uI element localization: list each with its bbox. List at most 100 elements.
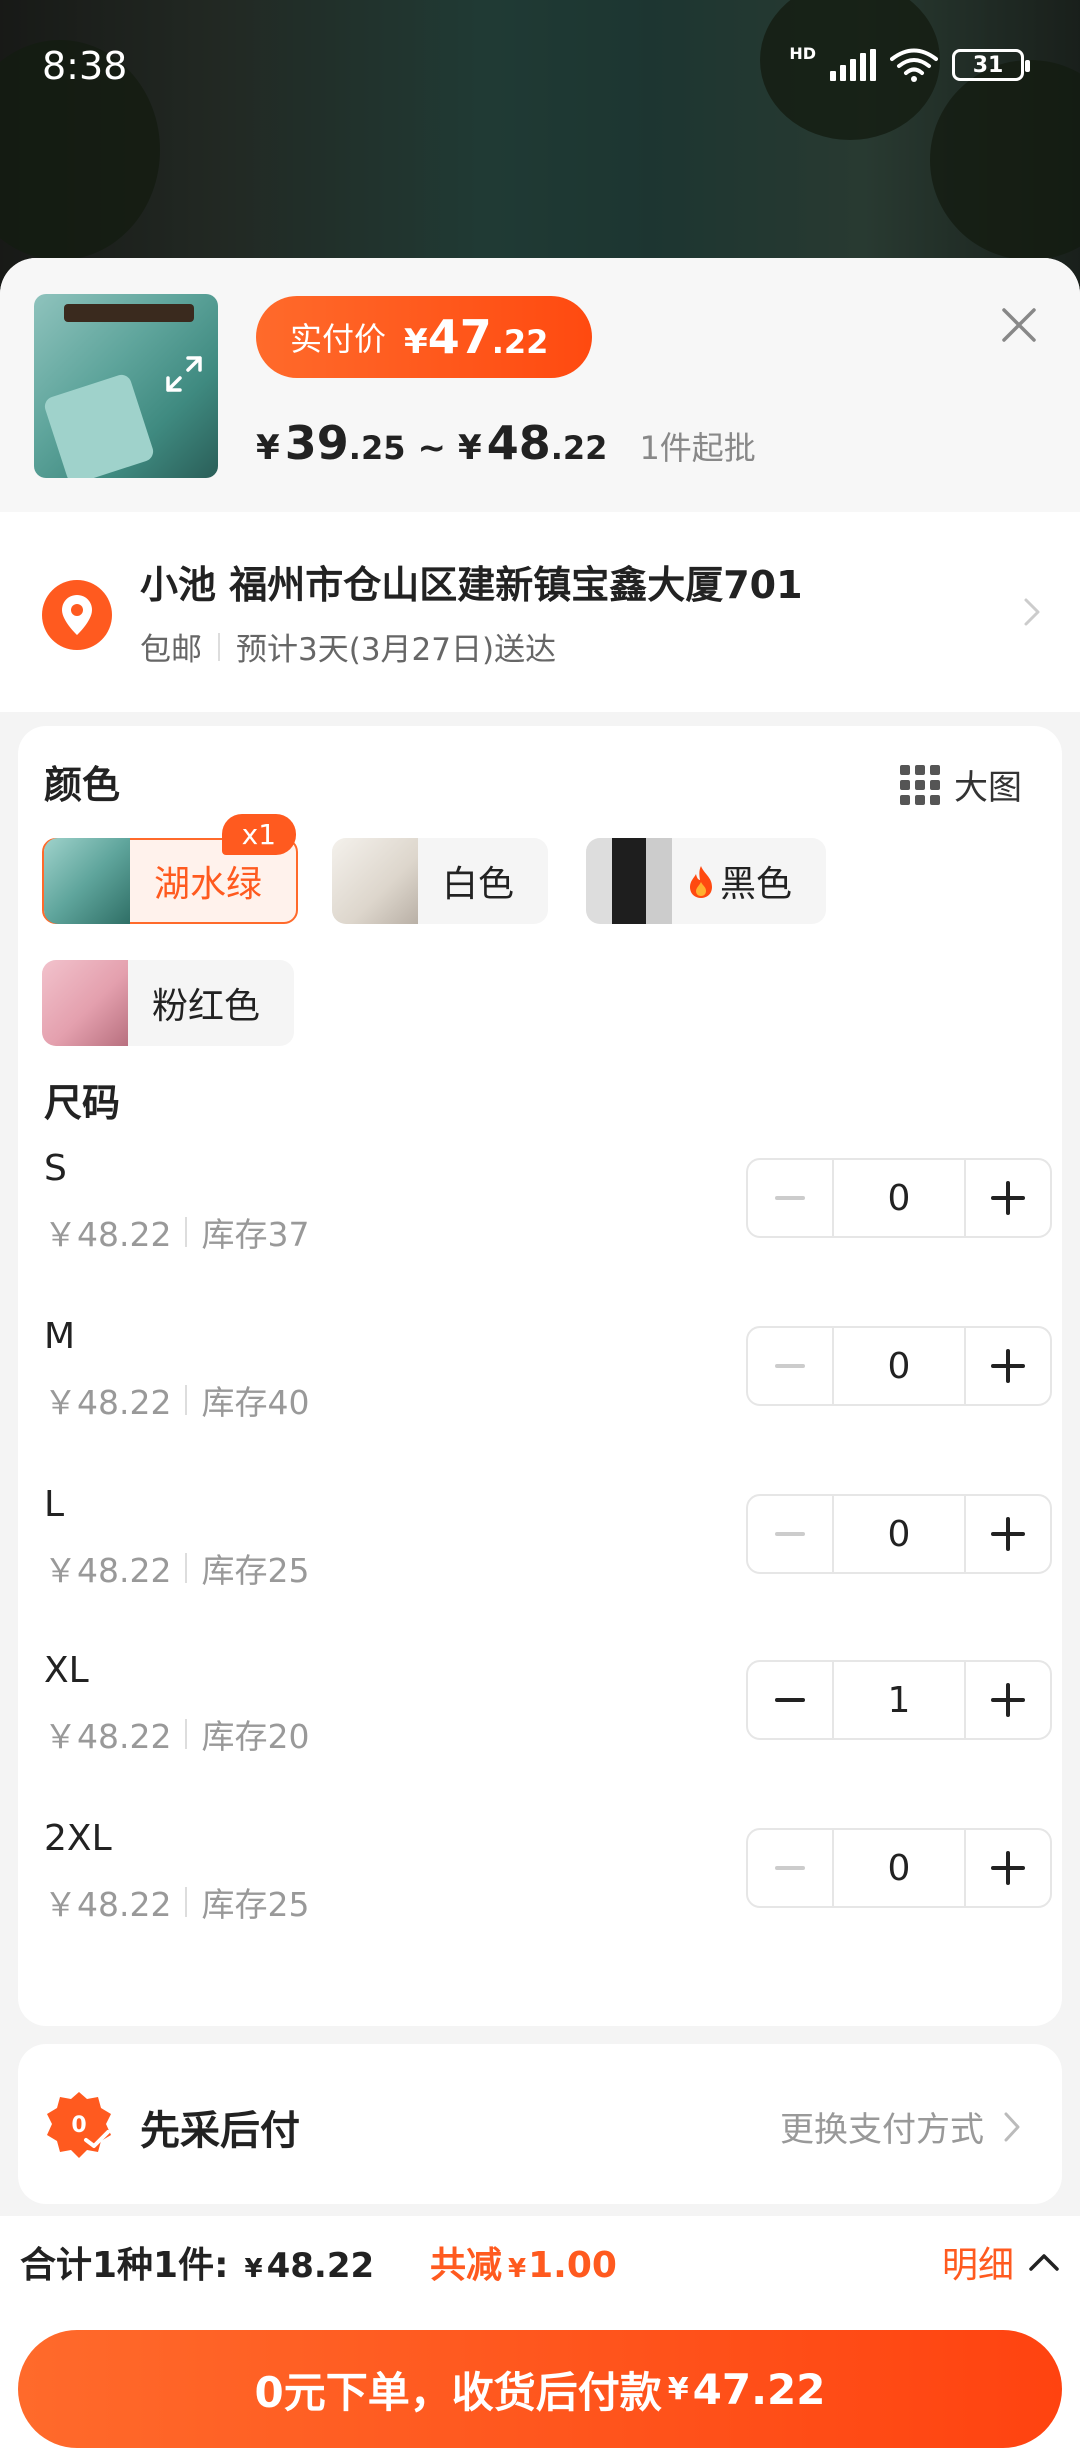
change-payment-label: 更换支付方式	[780, 2110, 984, 2150]
size-price: ￥48.22	[44, 1885, 172, 1924]
fire-icon	[690, 866, 712, 898]
size-name: 2XL	[44, 1818, 112, 1859]
price-low-currency: ¥	[256, 428, 280, 468]
plus-icon	[991, 1851, 1025, 1885]
increment-button[interactable]	[966, 1830, 1050, 1906]
size-meta: ￥48.22 库存20	[44, 1710, 309, 1758]
price-high-dec: .22	[550, 429, 608, 467]
minus-icon	[775, 1866, 805, 1870]
color-option-white[interactable]: 白色	[332, 838, 549, 924]
change-payment-link[interactable]: 更换支付方式	[780, 2102, 1022, 2151]
color-option-black[interactable]: 黑色	[586, 838, 827, 924]
size-price: ￥48.22	[44, 1717, 172, 1756]
size-meta: ￥48.22 库存40	[44, 1376, 309, 1424]
cta-label: 0元下单，收货后付款	[254, 2367, 662, 2417]
bottom-order-bar: 合计1种1件: ¥48.22 共减 ¥1.00 明细 0元下单，收货后付款 ¥47.…	[0, 2216, 1080, 2460]
color-option-label: 黑色	[720, 864, 793, 905]
quantity-value[interactable]: 0	[832, 1160, 966, 1236]
signal-icon	[830, 49, 876, 81]
pay-later-icon: 0	[47, 2092, 111, 2158]
chevron-up-icon	[1029, 2254, 1059, 2271]
price-high-int: 48	[486, 416, 551, 470]
quantity-value[interactable]: 0	[832, 1496, 966, 1572]
quantity-value[interactable]: 1	[832, 1662, 966, 1738]
quantity-badge: x1	[221, 814, 297, 855]
actual-price-label: 实付价	[290, 320, 387, 358]
wifi-icon	[890, 48, 938, 82]
big-image-toggle[interactable]: 大图	[900, 760, 1022, 809]
total-label: 合计1种1件:	[20, 2245, 229, 2286]
cta-amount: 47.22	[692, 2364, 826, 2414]
size-stock: 库存25	[201, 1885, 310, 1924]
increment-button[interactable]	[966, 1328, 1050, 1404]
discount-info: 共减 ¥1.00	[430, 2236, 617, 2288]
big-image-label: 大图	[954, 768, 1022, 808]
color-option-label: 白色	[442, 864, 515, 905]
price-range-tilde: ~	[417, 428, 446, 468]
size-stock: 库存37	[201, 1215, 310, 1254]
actual-price-dec: .22	[491, 323, 549, 361]
size-name: M	[44, 1316, 76, 1357]
decrement-button[interactable]	[748, 1496, 832, 1572]
minus-icon	[775, 1698, 805, 1702]
color-option-lake-green[interactable]: 湖水绿 x1	[42, 814, 299, 924]
grid-icon	[900, 764, 940, 805]
color-option-pink[interactable]: 粉红色	[42, 960, 295, 1046]
size-name: L	[44, 1484, 65, 1525]
actual-price-pill: 实付价 ¥47.22	[256, 296, 593, 378]
quantity-stepper: 0	[746, 1158, 1052, 1238]
decrement-button[interactable]	[748, 1662, 832, 1738]
decrement-button[interactable]	[748, 1160, 832, 1236]
payment-method-card[interactable]: 0 先采后付 更换支付方式	[18, 2044, 1062, 2204]
minus-icon	[775, 1532, 805, 1536]
increment-button[interactable]	[966, 1496, 1050, 1572]
size-stock: 库存20	[201, 1717, 310, 1756]
size-stock: 库存40	[201, 1383, 310, 1422]
status-icons: HD 31	[789, 44, 1030, 82]
minus-icon	[775, 1364, 805, 1368]
quantity-value[interactable]: 0	[832, 1328, 966, 1404]
size-price: ￥48.22	[44, 1551, 172, 1590]
size-section-title: 尺码	[44, 1081, 121, 1125]
actual-price-currency: ¥	[404, 322, 428, 362]
increment-button[interactable]	[966, 1662, 1050, 1738]
discount-currency: ¥	[508, 2254, 527, 2284]
color-swatch	[42, 960, 128, 1046]
color-swatch	[586, 838, 672, 924]
size-name: XL	[44, 1650, 89, 1691]
decrement-button[interactable]	[748, 1830, 832, 1906]
delivery-estimate: 预计3天(3月27日)送达	[236, 632, 557, 668]
size-meta: ￥48.22 库存37	[44, 1208, 309, 1256]
decrement-button[interactable]	[748, 1328, 832, 1404]
expand-icon[interactable]	[162, 352, 206, 396]
battery-icon: 31	[952, 49, 1030, 81]
price-low-dec: .25	[348, 429, 406, 467]
size-row-s: S ￥48.22 库存37 0	[44, 1148, 1052, 1288]
plus-icon	[991, 1517, 1025, 1551]
size-meta: ￥48.22 库存25	[44, 1544, 309, 1592]
chevron-right-icon	[1024, 598, 1040, 626]
size-row-2xl: 2XL ￥48.22 库存25 0	[44, 1818, 1052, 1958]
plus-icon	[991, 1349, 1025, 1383]
close-icon[interactable]	[994, 300, 1044, 350]
product-thumbnail[interactable]	[34, 294, 218, 478]
size-name: S	[44, 1148, 67, 1189]
quantity-stepper: 0	[746, 1828, 1052, 1908]
total-amount: 48.22	[266, 2246, 375, 2286]
increment-button[interactable]	[966, 1160, 1050, 1236]
sku-selector-sheet: 实付价 ¥47.22 ¥ 39.25 ~ ¥ 48.22 1件起批 小池 福州市…	[0, 258, 1080, 2460]
chevron-right-icon	[1004, 2112, 1020, 2141]
address-card[interactable]: 小池 福州市仓山区建新镇宝鑫大厦701 包邮 预计3天(3月27日)送达	[0, 512, 1080, 712]
delivery-info: 包邮 预计3天(3月27日)送达	[140, 624, 556, 669]
quantity-value[interactable]: 0	[832, 1830, 966, 1906]
place-order-button[interactable]: 0元下单，收货后付款 ¥47.22	[18, 2330, 1062, 2448]
address-name-line: 小池 福州市仓山区建新镇宝鑫大厦701	[140, 563, 803, 607]
price-detail-toggle[interactable]: 明细	[942, 2236, 1060, 2288]
color-swatch	[44, 838, 130, 924]
battery-level: 31	[972, 52, 1004, 78]
price-low-int: 39	[284, 416, 349, 470]
size-meta: ￥48.22 库存25	[44, 1878, 309, 1926]
location-pin-icon	[42, 580, 112, 650]
options-card: 颜色 大图 湖水绿 x1 白色 黑色 粉红色 尺码 S ￥48.22 库存37 …	[18, 726, 1062, 2026]
color-option-label: 湖水绿	[154, 864, 263, 905]
